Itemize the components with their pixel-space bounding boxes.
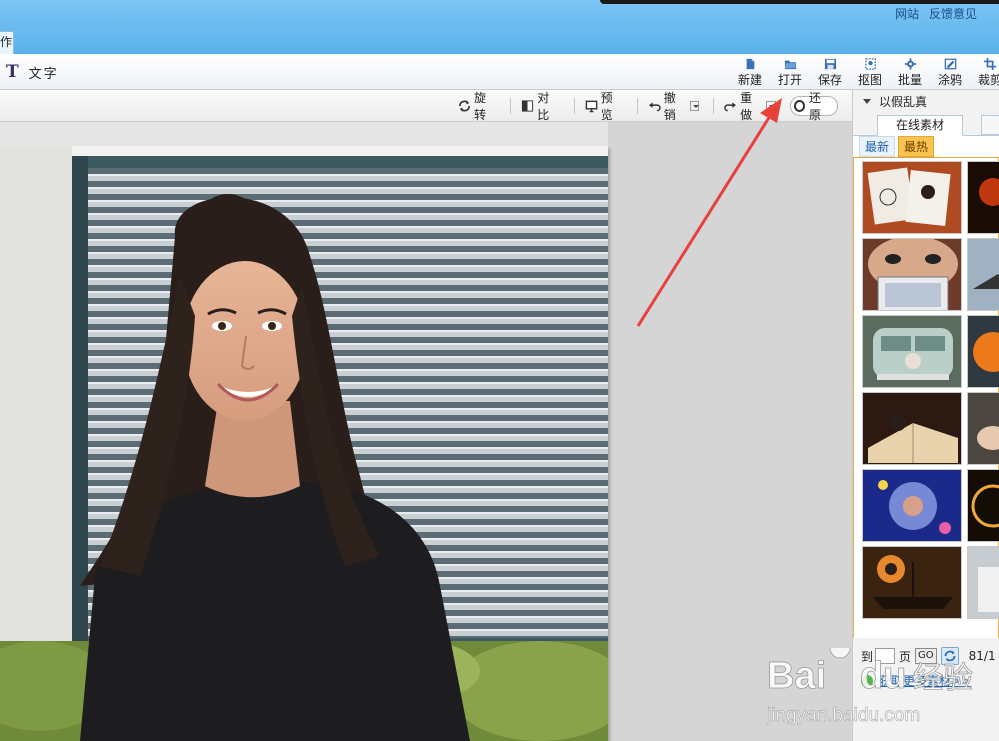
annotation-arrow	[636, 98, 782, 327]
photo-editor-app: 作 网站 反馈意见 T 文字 新建 打开 保存 抠图 批量 涂鸦 裁剪 旋转 对…	[0, 0, 999, 741]
